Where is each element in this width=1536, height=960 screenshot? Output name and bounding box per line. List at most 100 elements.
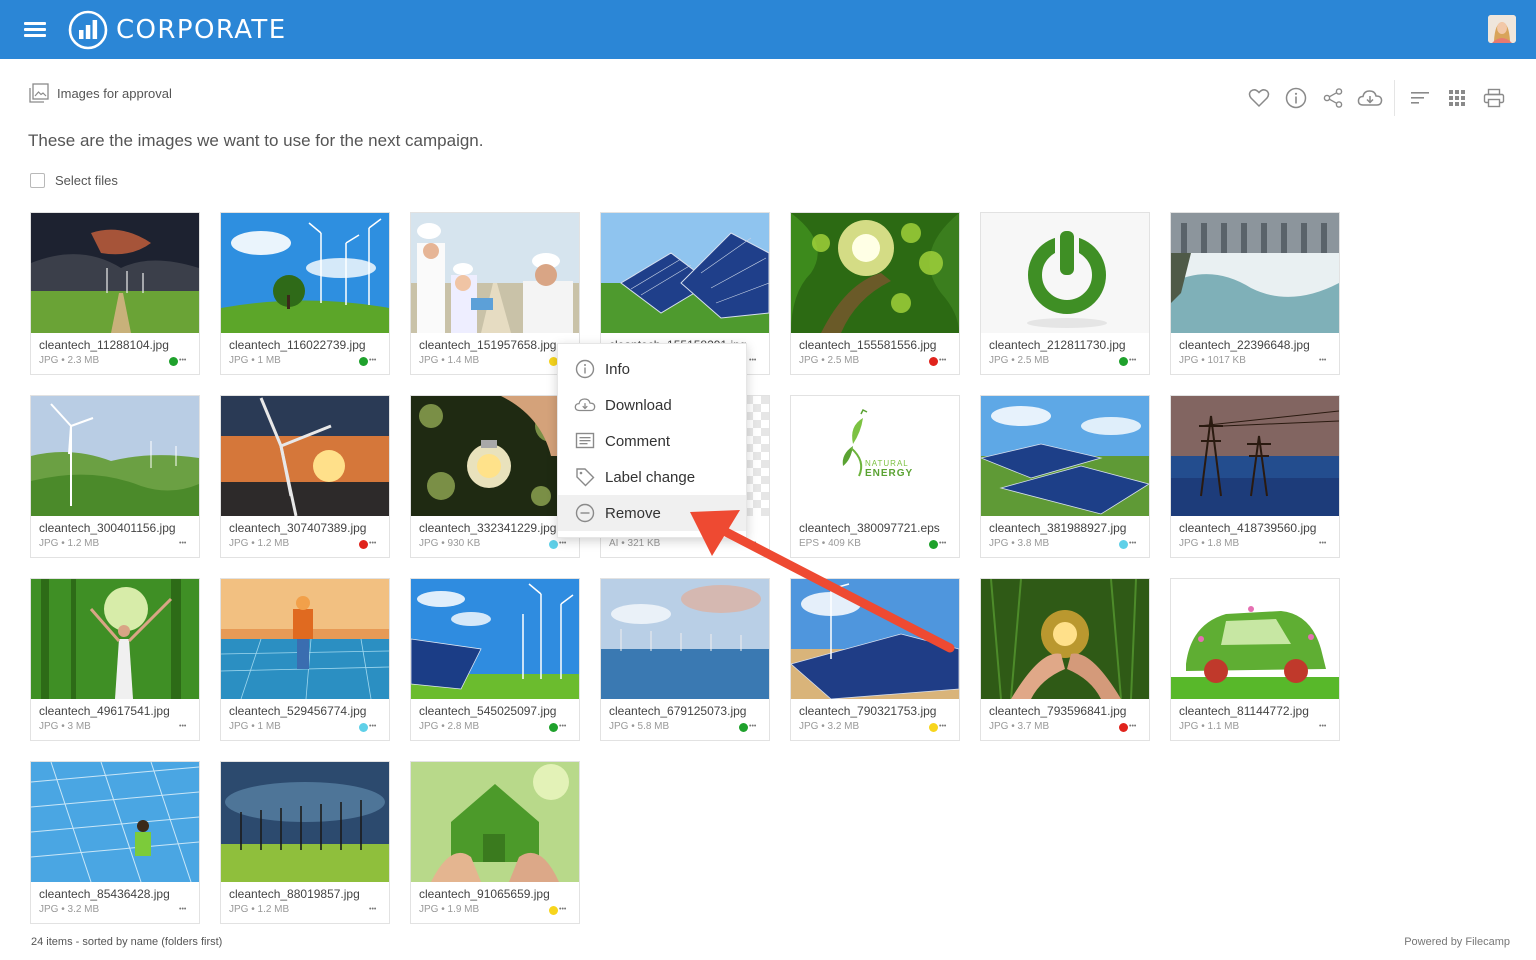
more-options-icon[interactable]: ••• <box>1319 723 1326 730</box>
more-options-icon[interactable]: ••• <box>179 540 186 547</box>
file-meta: JPG • 1 MB <box>229 721 281 732</box>
file-meta: JPG • 1.1 MB <box>1179 721 1240 732</box>
file-thumbnail[interactable] <box>31 762 199 882</box>
file-meta: JPG • 1.8 MB <box>1179 538 1240 549</box>
user-avatar[interactable] <box>1488 15 1516 43</box>
file-thumbnail[interactable] <box>221 579 389 699</box>
print-button[interactable] <box>1479 85 1509 111</box>
more-options-icon[interactable]: ••• <box>369 357 376 364</box>
file-card[interactable]: cleantech_212811730.jpg JPG • 2.5 MB ••• <box>980 212 1150 375</box>
file-card[interactable]: cleantech_81144772.jpg JPG • 1.1 MB ••• <box>1170 578 1340 741</box>
more-options-icon[interactable]: ••• <box>559 540 566 547</box>
more-options-icon[interactable]: ••• <box>749 723 756 730</box>
menu-item-download[interactable]: Download <box>558 387 746 423</box>
file-thumbnail[interactable] <box>1171 213 1339 333</box>
more-options-icon[interactable]: ••• <box>939 357 946 364</box>
file-card[interactable]: cleantech_545025097.jpg JPG • 2.8 MB ••• <box>410 578 580 741</box>
file-meta: JPG • 3.8 MB <box>989 538 1050 549</box>
file-thumbnail[interactable] <box>221 762 389 882</box>
file-thumbnail[interactable] <box>601 579 769 699</box>
file-card[interactable]: cleantech_529456774.jpg JPG • 1 MB ••• <box>220 578 390 741</box>
file-thumbnail[interactable] <box>981 213 1149 333</box>
file-thumbnail[interactable] <box>221 213 389 333</box>
file-card[interactable]: cleantech_85436428.jpg JPG • 3.2 MB ••• <box>30 761 200 924</box>
file-thumbnail[interactable] <box>221 396 389 516</box>
more-options-icon[interactable]: ••• <box>1129 357 1136 364</box>
more-options-icon[interactable]: ••• <box>1129 723 1136 730</box>
file-thumbnail[interactable] <box>411 213 579 333</box>
hamburger-icon[interactable] <box>24 21 48 39</box>
more-options-icon[interactable]: ••• <box>939 540 946 547</box>
label-dot <box>359 540 368 549</box>
download-button[interactable] <box>1355 85 1385 111</box>
file-card[interactable]: NATURAL ENERGY cleantech_380097721.eps EPS … <box>790 395 960 558</box>
more-options-icon[interactable]: ••• <box>179 357 186 364</box>
file-card[interactable]: cleantech_151957658.jpgJPG • 1.4 MB••• <box>410 212 580 375</box>
file-card[interactable]: cleantech_91065659.jpg JPG • 1.9 MB ••• <box>410 761 580 924</box>
brand-logo[interactable]: CORPORATE <box>68 10 287 50</box>
menu-item-comment[interactable]: Comment <box>558 423 746 459</box>
more-options-icon[interactable]: ••• <box>559 906 566 913</box>
file-card[interactable]: cleantech_116022739.jpg JPG • 1 MB ••• <box>220 212 390 375</box>
file-thumbnail[interactable] <box>981 396 1149 516</box>
file-thumbnail[interactable] <box>411 762 579 882</box>
file-card[interactable]: cleantech_300401156.jpg JPG • 1.2 MB ••• <box>30 395 200 558</box>
file-thumbnail[interactable] <box>1171 396 1339 516</box>
share-button[interactable] <box>1318 85 1348 111</box>
more-options-icon[interactable]: ••• <box>939 723 946 730</box>
more-options-icon[interactable]: ••• <box>369 723 376 730</box>
more-options-icon[interactable]: ••• <box>1129 540 1136 547</box>
file-thumbnail[interactable] <box>981 579 1149 699</box>
more-options-icon[interactable]: ••• <box>1319 540 1326 547</box>
svg-text:NATURAL: NATURAL <box>865 459 909 468</box>
file-card[interactable]: cleantech_49617541.jpg JPG • 3 MB ••• <box>30 578 200 741</box>
favorite-button[interactable] <box>1244 85 1274 111</box>
menu-item-remove[interactable]: Remove <box>558 495 746 531</box>
grid-view-button[interactable] <box>1442 85 1472 111</box>
share-icon <box>1323 88 1343 108</box>
file-card[interactable]: cleantech_88019857.jpg JPG • 1.2 MB ••• <box>220 761 390 924</box>
menu-item-info[interactable]: Info <box>558 351 746 387</box>
file-thumbnail[interactable] <box>411 396 579 516</box>
more-options-icon[interactable]: ••• <box>749 357 756 364</box>
more-options-icon[interactable]: ••• <box>559 723 566 730</box>
file-card[interactable]: cleantech_679125073.jpg JPG • 5.8 MB ••• <box>600 578 770 741</box>
file-card[interactable]: cleantech_793596841.jpg JPG • 3.7 MB ••• <box>980 578 1150 741</box>
file-thumbnail[interactable]: NATURAL ENERGY <box>791 396 959 516</box>
more-options-icon[interactable]: ••• <box>369 906 376 913</box>
more-options-icon[interactable]: ••• <box>1319 357 1326 364</box>
file-thumbnail[interactable] <box>791 579 959 699</box>
file-thumbnail[interactable] <box>1171 579 1339 699</box>
label-dot <box>929 357 938 366</box>
more-options-icon[interactable]: ••• <box>179 906 186 913</box>
file-card[interactable]: cleantech_22396648.jpg JPG • 1017 KB ••• <box>1170 212 1340 375</box>
grid-view-icon <box>1449 90 1465 106</box>
file-card[interactable]: cleantech_418739560.jpg JPG • 1.8 MB ••• <box>1170 395 1340 558</box>
file-card[interactable]: cleantech_11288104.jpg JPG • 2.3 MB ••• <box>30 212 200 375</box>
file-thumbnail[interactable] <box>31 213 199 333</box>
file-thumbnail[interactable] <box>31 396 199 516</box>
file-thumbnail[interactable] <box>411 579 579 699</box>
select-files[interactable]: Select files <box>30 173 118 188</box>
more-options-icon[interactable]: ••• <box>749 540 756 547</box>
file-card[interactable]: cleantech_155581556.jpg JPG • 2.5 MB ••• <box>790 212 960 375</box>
file-meta: JPG • 2.5 MB <box>799 355 860 366</box>
select-all-checkbox[interactable] <box>30 173 45 188</box>
label-dot <box>359 723 368 732</box>
file-thumbnail[interactable] <box>31 579 199 699</box>
more-options-icon[interactable]: ••• <box>369 540 376 547</box>
more-options-icon[interactable]: ••• <box>179 723 186 730</box>
file-card[interactable]: cleantech_381988927.jpg JPG • 3.8 MB ••• <box>980 395 1150 558</box>
label-dot <box>549 723 558 732</box>
powered-by-link[interactable]: Powered by Filecamp <box>1404 936 1510 948</box>
file-thumbnail[interactable] <box>791 213 959 333</box>
info-button[interactable] <box>1281 85 1311 111</box>
menu-item-label-change[interactable]: Label change <box>558 459 746 495</box>
file-card[interactable]: cleantech_790321753.jpg JPG • 3.2 MB ••• <box>790 578 960 741</box>
file-name: cleantech_116022739.jpg <box>229 338 366 352</box>
file-name: cleantech_790321753.jpg <box>799 704 937 718</box>
file-card[interactable]: cleantech_332341229.jpg JPG • 930 KB ••• <box>410 395 580 558</box>
sort-button[interactable] <box>1405 85 1435 111</box>
file-card[interactable]: cleantech_307407389.jpg JPG • 1.2 MB ••• <box>220 395 390 558</box>
file-thumbnail[interactable] <box>601 213 769 333</box>
